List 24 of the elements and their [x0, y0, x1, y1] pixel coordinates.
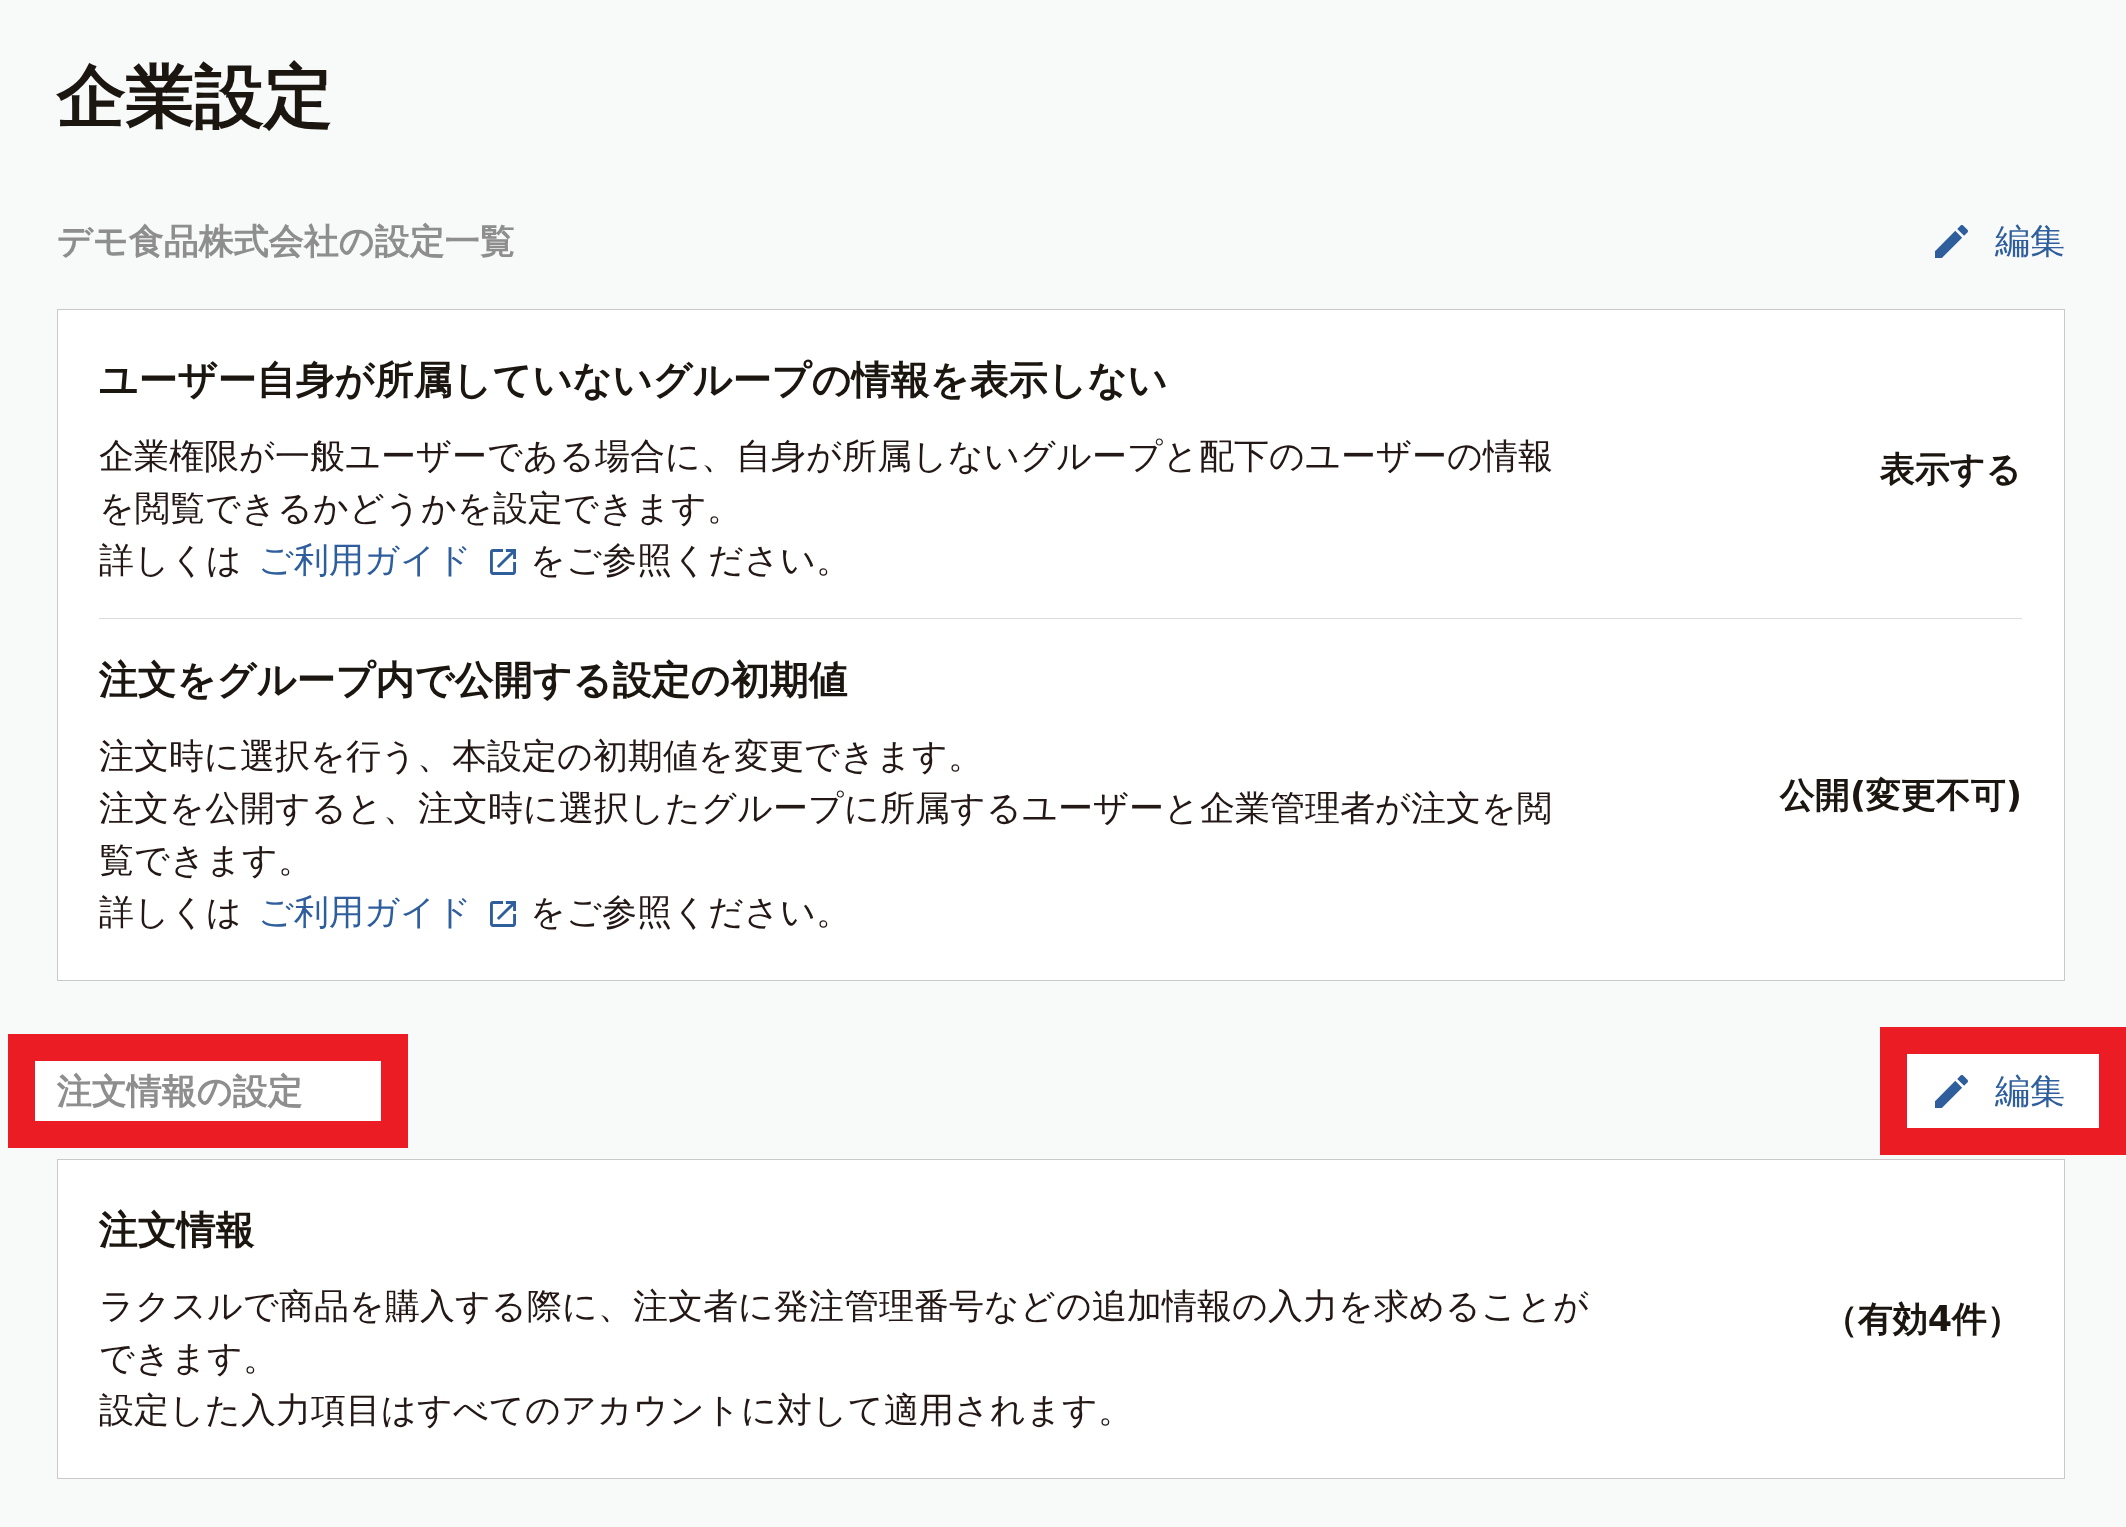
edit-button[interactable]: 編集: [1935, 216, 2065, 266]
section-heading: 注文情報の設定: [57, 1070, 303, 1113]
section-heading: デモ食品株式会社の設定一覧: [57, 220, 515, 263]
setting-value: 表示する: [1880, 448, 2022, 491]
guide-link[interactable]: ご利用ガイド: [258, 892, 516, 932]
external-link-icon: [490, 549, 516, 575]
setting-value: （有効4件）: [1822, 1298, 2022, 1341]
setting-value: 公開(変更不可): [1780, 774, 2022, 817]
page-title: 企業設定: [57, 61, 334, 131]
setting-description: 注文時に選択を行う、本設定の初期値を変更できます。: [99, 735, 984, 778]
guide-text: 詳しくは ご利用ガイド をご参照ください。: [99, 539, 852, 582]
edit-button[interactable]: 編集: [1935, 1066, 2065, 1116]
setting-title: 注文をグループ内で公開する設定の初期値: [99, 656, 849, 704]
guide-link[interactable]: ご利用ガイド: [258, 540, 516, 580]
setting-description: 企業権限が一般ユーザーである場合に、自身が所属しないグループと配下のユーザーの情報を閲覧できるかどうかを設定できます。: [99, 435, 1554, 530]
setting-description: 設定した入力項目はすべてのアカウントに対して適用されます。: [99, 1389, 1134, 1432]
pencil-icon: [1935, 224, 1968, 258]
pencil-icon: [1935, 1074, 1968, 1108]
guide-text: 詳しくは ご利用ガイド をご参照ください。: [99, 891, 852, 934]
external-link-icon: [490, 901, 516, 927]
setting-description: ラクスルで商品を購入する際に、注文者に発注管理番号などの追加情報の入力を求めることができます。: [99, 1285, 1590, 1380]
setting-title: ユーザー自身が所属していないグループの情報を表示しない: [99, 356, 1169, 404]
setting-description: 注文を公開すると、注文時に選択したグループに所属するユーザーと企業管理者が注文を閲覧できます。: [99, 787, 1553, 882]
setting-title: 注文情報: [99, 1206, 256, 1254]
